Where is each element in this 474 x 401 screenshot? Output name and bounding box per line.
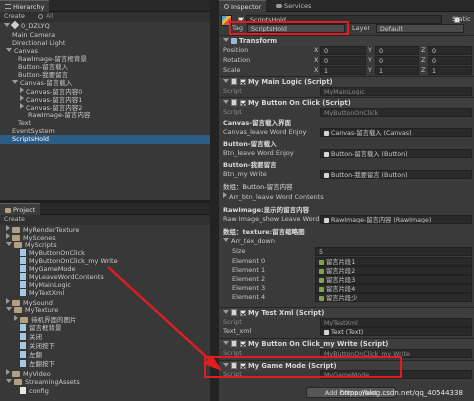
annotation-arrow: [107, 266, 222, 371]
